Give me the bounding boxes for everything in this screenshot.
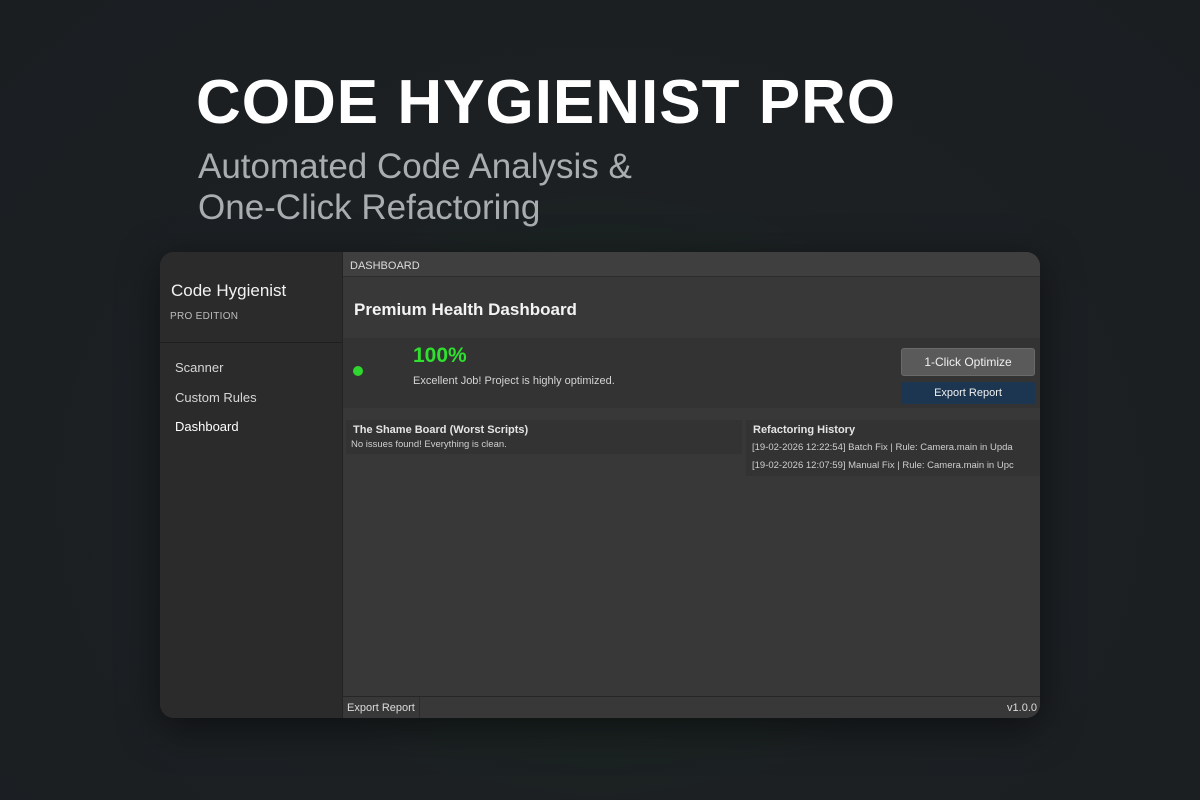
history-title: Refactoring History bbox=[753, 424, 856, 436]
export-report-button[interactable]: Export Report bbox=[901, 382, 1035, 404]
topbar: DASHBOARD bbox=[343, 252, 1040, 277]
main-panel: DASHBOARD Premium Health Dashboard 100% … bbox=[343, 252, 1040, 718]
shame-board-panel: The Shame Board (Worst Scripts) No issue… bbox=[346, 420, 742, 454]
sidebar-item-scanner[interactable]: Scanner bbox=[175, 360, 223, 375]
sidebar-item-dashboard[interactable]: Dashboard bbox=[175, 419, 239, 434]
sidebar-divider bbox=[160, 342, 342, 343]
hero-title: CODE HYGIENIST PRO bbox=[196, 68, 897, 137]
app-name: Code Hygienist bbox=[171, 281, 287, 300]
sidebar: Code Hygienist PRO EDITION Scanner Custo… bbox=[160, 252, 343, 718]
sidebar-item-custom-rules[interactable]: Custom Rules bbox=[175, 390, 257, 405]
health-score: 100% bbox=[413, 344, 467, 367]
hero-subtitle-line2: One-Click Refactoring bbox=[198, 188, 541, 227]
shame-board-title: The Shame Board (Worst Scripts) bbox=[353, 424, 529, 436]
optimize-button[interactable]: 1-Click Optimize bbox=[901, 348, 1035, 376]
health-panel: 100% Excellent Job! Project is highly op… bbox=[343, 338, 1040, 408]
health-message: Excellent Job! Project is highly optimiz… bbox=[413, 375, 615, 387]
history-entry: [19-02-2026 12:22:54] Batch Fix | Rule: … bbox=[752, 442, 1013, 453]
edition-label: PRO EDITION bbox=[170, 311, 239, 322]
hero-subtitle: Automated Code Analysis & One-Click Refa… bbox=[198, 146, 632, 228]
history-entry: [19-02-2026 12:07:59] Manual Fix | Rule:… bbox=[752, 460, 1014, 471]
app-window: Code Hygienist PRO EDITION Scanner Custo… bbox=[160, 252, 1040, 718]
page-title: Premium Health Dashboard bbox=[354, 300, 577, 319]
hero-subtitle-line1: Automated Code Analysis & bbox=[198, 147, 632, 186]
status-dot-icon bbox=[353, 366, 363, 376]
version-label: v1.0.0 bbox=[1007, 702, 1037, 714]
bottom-bar: Export Report v1.0.0 bbox=[343, 696, 1040, 718]
topbar-label: DASHBOARD bbox=[350, 260, 420, 272]
history-panel: Refactoring History [19-02-2026 12:22:54… bbox=[746, 420, 1040, 476]
shame-board-message: No issues found! Everything is clean. bbox=[351, 439, 507, 450]
footer-export-report-button[interactable]: Export Report bbox=[343, 697, 420, 718]
